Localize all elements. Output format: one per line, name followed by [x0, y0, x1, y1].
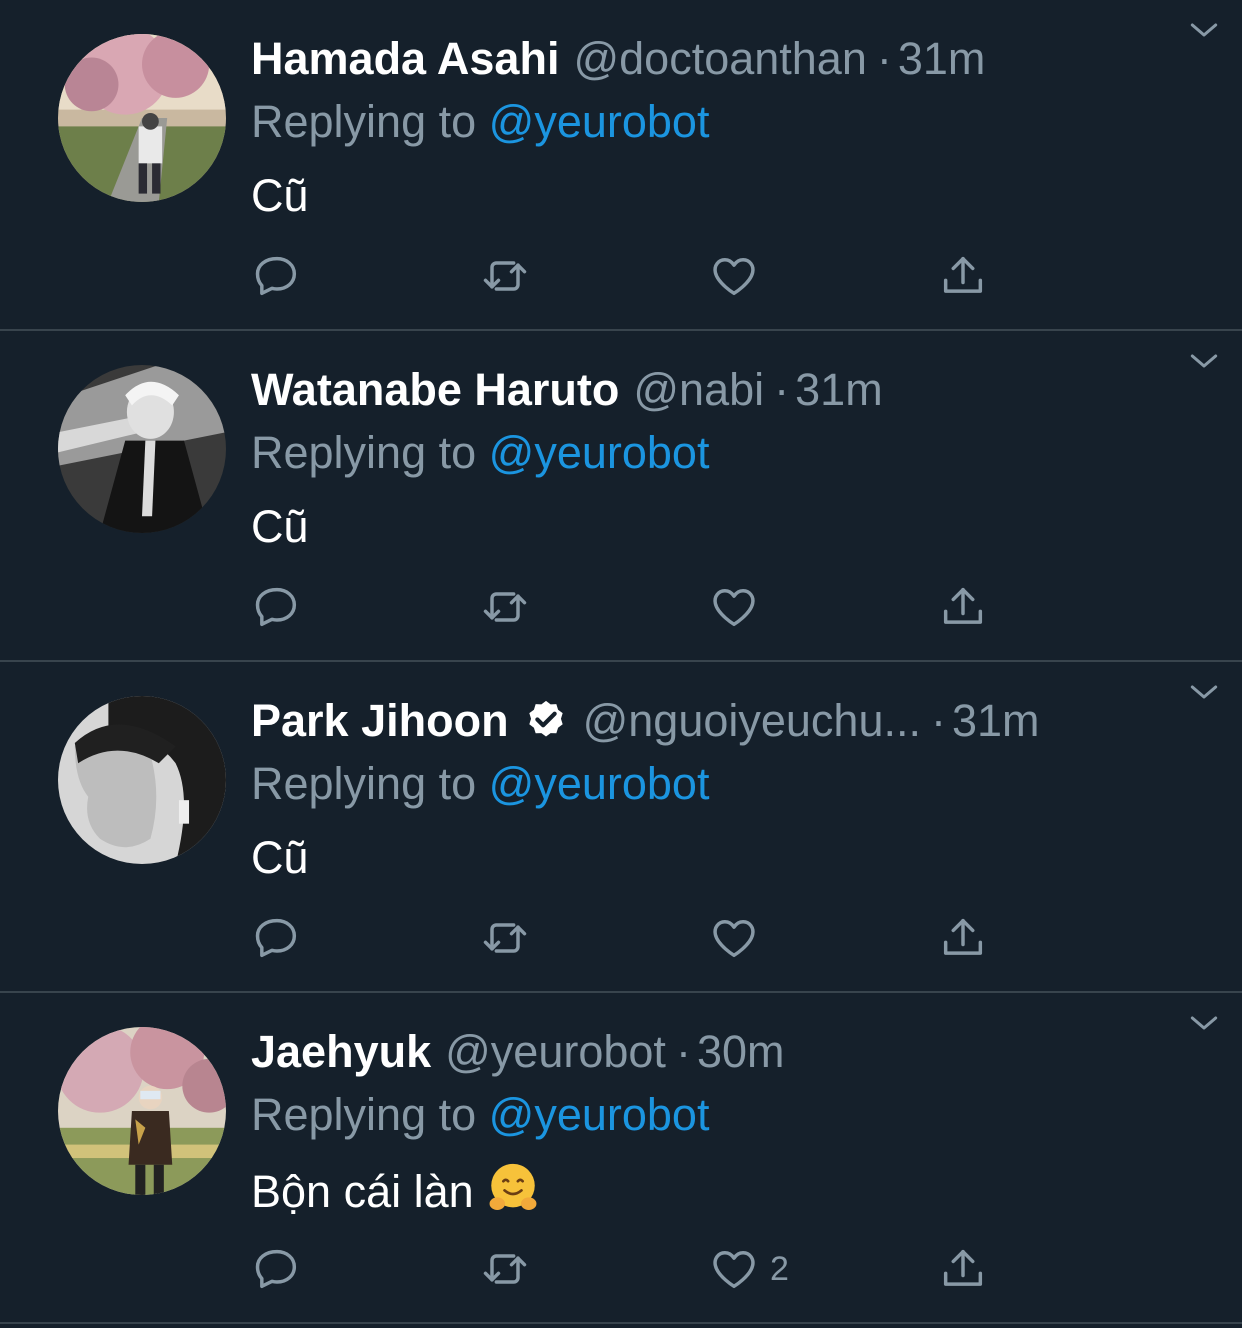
- user-handle[interactable]: @doctoanthan: [573, 30, 866, 88]
- avatar-image: [58, 1027, 226, 1195]
- chevron-down-icon[interactable]: [1184, 672, 1224, 712]
- replying-to-label: Replying to: [251, 1089, 477, 1140]
- like-count: 2: [770, 1249, 789, 1288]
- tweet-text: Cũ: [251, 501, 309, 552]
- retweet-button[interactable]: [479, 248, 531, 304]
- mention-link[interactable]: @yeurobot: [489, 758, 710, 809]
- share-button[interactable]: [937, 910, 989, 966]
- reply-button[interactable]: [251, 910, 303, 966]
- tweet-actions: [251, 910, 1011, 966]
- chevron-down-icon[interactable]: [1184, 10, 1224, 50]
- tweet-header: Watanabe Haruto @nabi · 31m: [251, 361, 1202, 419]
- reply-button[interactable]: [251, 248, 303, 304]
- share-button[interactable]: [937, 1241, 989, 1297]
- retweet-icon: [483, 261, 527, 291]
- tweet-actions: [251, 248, 1011, 304]
- replying-to-line: Replying to @yeurobot: [251, 423, 1202, 483]
- tweet[interactable]: Park Jihoon @nguoiyeuchu... · 31m Replyi…: [0, 662, 1242, 993]
- replying-to-line: Replying to @yeurobot: [251, 754, 1202, 814]
- heart-icon: [713, 258, 755, 296]
- tweet-header: Jaehyuk @yeurobot · 30m: [251, 1023, 1202, 1081]
- heart-icon: [713, 589, 755, 627]
- retweet-button[interactable]: [479, 1241, 531, 1297]
- avatar-image: [58, 696, 226, 864]
- avatar[interactable]: [58, 696, 226, 864]
- timestamp[interactable]: 30m: [697, 1023, 785, 1081]
- tweet[interactable]: Watanabe Haruto @nabi · 31m Replying to …: [0, 331, 1242, 662]
- tweet-header: Hamada Asahi @doctoanthan · 31m: [251, 30, 1202, 88]
- tweet-text: Cũ: [251, 170, 309, 221]
- share-icon: [943, 587, 983, 624]
- replying-to-label: Replying to: [251, 427, 477, 478]
- retweet-icon: [483, 923, 527, 953]
- share-icon: [943, 1249, 983, 1286]
- avatar-image: [58, 34, 226, 202]
- separator-dot: ·: [675, 1026, 691, 1077]
- retweet-button[interactable]: [479, 579, 531, 635]
- separator-dot: ·: [774, 364, 790, 415]
- avatar[interactable]: [58, 1027, 226, 1195]
- display-name[interactable]: Park Jihoon: [251, 692, 509, 750]
- retweet-button[interactable]: [479, 910, 531, 966]
- reply-button[interactable]: [251, 1241, 303, 1297]
- tweet-actions: 2: [251, 1241, 1011, 1297]
- avatar-image: [58, 365, 226, 533]
- tweet-text: Cũ: [251, 832, 309, 883]
- retweet-icon: [483, 1254, 527, 1284]
- replying-to-label: Replying to: [251, 758, 477, 809]
- display-name[interactable]: Watanabe Haruto: [251, 361, 619, 419]
- verified-badge-icon: [528, 700, 563, 737]
- replying-to-label: Replying to: [251, 96, 477, 147]
- tweet-header: Park Jihoon @nguoiyeuchu... · 31m: [251, 692, 1202, 750]
- avatar[interactable]: [58, 34, 226, 202]
- tweet-text: Bộn cái làn: [251, 1166, 474, 1217]
- like-button[interactable]: 2: [708, 1241, 789, 1297]
- avatar[interactable]: [58, 365, 226, 533]
- user-handle[interactable]: @nguoiyeuchu...: [583, 692, 921, 750]
- hugging-face-emoji-icon: [489, 1163, 537, 1210]
- replying-to-line: Replying to @yeurobot: [251, 1085, 1202, 1145]
- tweet[interactable]: Hamada Asahi @doctoanthan · 31m Replying…: [0, 0, 1242, 331]
- like-button[interactable]: [708, 248, 770, 304]
- share-icon: [943, 918, 983, 955]
- separator-dot: ·: [876, 33, 892, 84]
- like-button[interactable]: [708, 579, 770, 635]
- share-button[interactable]: [937, 248, 989, 304]
- reply-button[interactable]: [251, 579, 303, 635]
- heart-icon: [713, 920, 755, 958]
- separator-dot: ·: [930, 695, 946, 746]
- tweet[interactable]: Jaehyuk @yeurobot · 30m Replying to @yeu…: [0, 993, 1242, 1324]
- heart-icon: [713, 1251, 755, 1289]
- chevron-down-icon[interactable]: [1184, 341, 1224, 381]
- reply-icon: [255, 587, 297, 627]
- mention-link[interactable]: @yeurobot: [489, 427, 710, 478]
- like-button[interactable]: [708, 910, 770, 966]
- chevron-down-icon[interactable]: [1184, 1003, 1224, 1043]
- timestamp[interactable]: 31m: [795, 361, 883, 419]
- timestamp[interactable]: 31m: [952, 692, 1040, 750]
- replying-to-line: Replying to @yeurobot: [251, 92, 1202, 152]
- user-handle[interactable]: @nabi: [633, 361, 764, 419]
- reply-icon: [255, 1249, 297, 1289]
- display-name[interactable]: Jaehyuk: [251, 1023, 431, 1081]
- retweet-icon: [483, 592, 527, 622]
- mention-link[interactable]: @yeurobot: [489, 1089, 710, 1140]
- user-handle[interactable]: @yeurobot: [445, 1023, 666, 1081]
- timestamp[interactable]: 31m: [898, 30, 986, 88]
- share-icon: [943, 256, 983, 293]
- mention-link[interactable]: @yeurobot: [489, 96, 710, 147]
- reply-icon: [255, 256, 297, 296]
- reply-icon: [255, 918, 297, 958]
- share-button[interactable]: [937, 579, 989, 635]
- tweet-text-container: Bộn cái làn: [251, 1159, 1202, 1222]
- display-name[interactable]: Hamada Asahi: [251, 30, 559, 88]
- tweet-actions: [251, 579, 1011, 635]
